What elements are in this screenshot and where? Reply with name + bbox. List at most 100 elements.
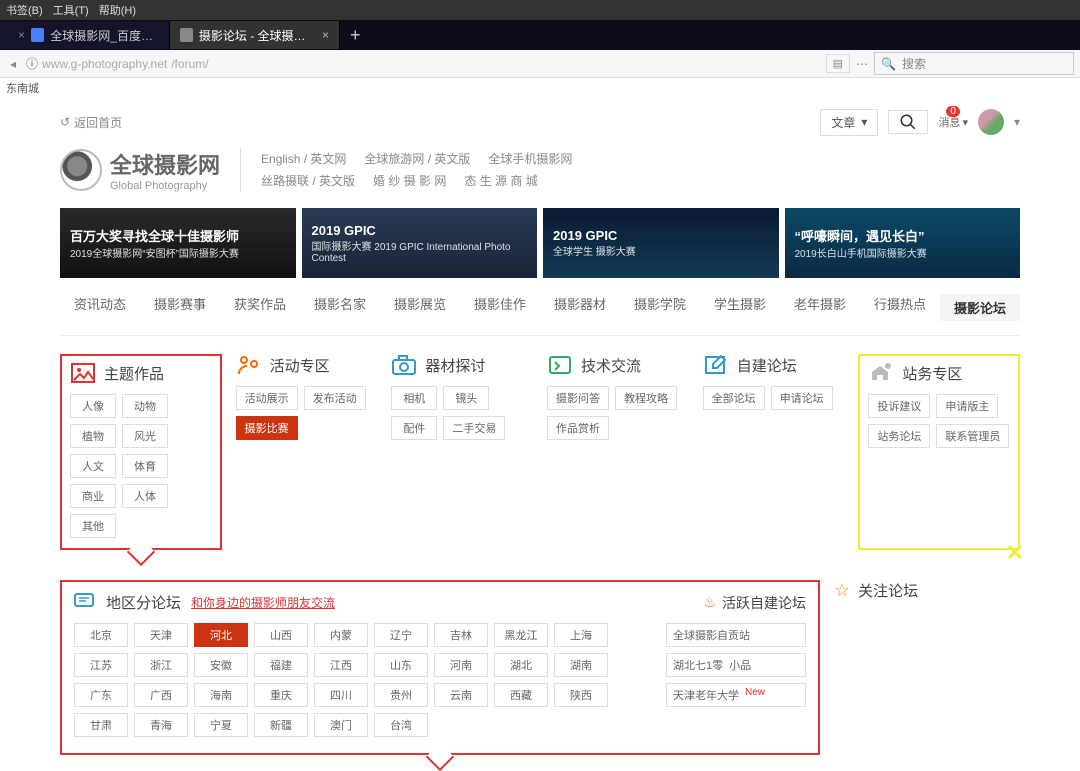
nav-item[interactable]: 摄影名家	[300, 294, 380, 321]
tag[interactable]: 配件	[391, 416, 437, 440]
province-tag[interactable]: 海南	[194, 683, 248, 707]
province-tag[interactable]: 河南	[434, 653, 488, 677]
province-tag[interactable]: 广东	[74, 683, 128, 707]
nav-item[interactable]: 摄影展览	[380, 294, 460, 321]
tag[interactable]: 人文	[70, 454, 116, 478]
header-link[interactable]: 全球旅游网 / 英文版	[364, 148, 470, 170]
tag[interactable]: 作品赏析	[547, 416, 609, 440]
banner-1[interactable]: 百万大奖寻找全球十佳摄影师2019全球摄影网“安图杯”国际摄影大赛	[60, 208, 296, 278]
tag[interactable]: 二手交易	[443, 416, 505, 440]
province-tag[interactable]: 广西	[134, 683, 188, 707]
more-icon[interactable]: ⋯	[856, 57, 868, 71]
region-subtitle[interactable]: 和你身边的摄影师朋友交流	[191, 594, 335, 611]
header-link[interactable]: 态 生 源 商 城	[464, 170, 537, 192]
reader-icon[interactable]: ▤	[826, 54, 850, 73]
header-link[interactable]: 全球手机摄影网	[488, 148, 572, 170]
province-tag[interactable]: 重庆	[254, 683, 308, 707]
province-tag[interactable]: 上海	[554, 623, 608, 647]
nav-item[interactable]: 资讯动态	[60, 294, 140, 321]
nav-item[interactable]: 摄影论坛	[940, 294, 1020, 321]
browser-search[interactable]: 🔍 搜索	[874, 52, 1074, 75]
province-tag[interactable]: 湖北	[494, 653, 548, 677]
province-tag[interactable]: 四川	[314, 683, 368, 707]
nav-item[interactable]: 摄影赛事	[140, 294, 220, 321]
province-tag[interactable]: 陕西	[554, 683, 608, 707]
back-home-link[interactable]: ↺ 返回首页	[60, 114, 122, 131]
tag[interactable]: 风光	[122, 424, 168, 448]
nav-back-icon[interactable]: ◂	[6, 57, 20, 71]
banner-3[interactable]: 2019 GPIC全球学生 摄影大赛	[543, 208, 779, 278]
tag[interactable]: 申请论坛	[771, 386, 833, 410]
tag[interactable]: 镜头	[443, 386, 489, 410]
menu-bookmarks[interactable]: 书签(B)	[6, 2, 43, 18]
header-link[interactable]: 丝路摄联 / 英文版	[261, 170, 355, 192]
new-tab-button[interactable]: +	[340, 25, 371, 46]
tag[interactable]: 教程攻略	[615, 386, 677, 410]
province-tag[interactable]: 宁夏	[194, 713, 248, 737]
province-tag[interactable]: 内蒙	[314, 623, 368, 647]
province-tag[interactable]: 安徽	[194, 653, 248, 677]
nav-item[interactable]: 老年摄影	[780, 294, 860, 321]
province-tag[interactable]: 浙江	[134, 653, 188, 677]
info-icon[interactable]: ⓘ	[26, 55, 38, 72]
nav-item[interactable]: 行摄热点	[860, 294, 940, 321]
tag[interactable]: 动物	[122, 394, 168, 418]
province-tag[interactable]: 台湾	[374, 713, 428, 737]
hot-forum-item[interactable]: 湖北七1零 小品	[666, 653, 806, 677]
tag[interactable]: 申请版主	[936, 394, 998, 418]
tag-active[interactable]: 摄影比赛	[236, 416, 298, 440]
browser-tab-1[interactable]: 摄影论坛 - 全球摄影网 ×	[170, 21, 340, 49]
search-scope-dropdown[interactable]: 文章 ▾	[820, 109, 878, 136]
tag[interactable]: 站务论坛	[868, 424, 930, 448]
province-tag[interactable]: 澳门	[314, 713, 368, 737]
menu-help[interactable]: 帮助(H)	[99, 2, 136, 18]
tag[interactable]: 全部论坛	[703, 386, 765, 410]
tag[interactable]: 摄影问答	[547, 386, 609, 410]
nav-item[interactable]: 学生摄影	[700, 294, 780, 321]
province-tag[interactable]: 贵州	[374, 683, 428, 707]
nav-item[interactable]: 摄影器材	[540, 294, 620, 321]
province-tag[interactable]: 湖南	[554, 653, 608, 677]
messages-link[interactable]: 消息 0 ▾	[938, 114, 968, 130]
tag[interactable]: 其他	[70, 514, 116, 538]
province-tag[interactable]: 天津	[134, 623, 188, 647]
province-tag[interactable]: 北京	[74, 623, 128, 647]
hot-forum-item[interactable]: 全球摄影自贡站	[666, 623, 806, 647]
banner-4[interactable]: “呼嚎瞬间，遇见长白”2019长白山手机国际摄影大赛	[785, 208, 1021, 278]
site-search-button[interactable]	[888, 110, 928, 134]
chevron-down-icon[interactable]: ▾	[1014, 115, 1020, 129]
close-icon[interactable]: ×	[322, 28, 329, 42]
province-tag[interactable]: 新疆	[254, 713, 308, 737]
tag[interactable]: 体育	[122, 454, 168, 478]
province-tag[interactable]: 吉林	[434, 623, 488, 647]
avatar[interactable]	[978, 109, 1004, 135]
site-logo[interactable]: 全球摄影网 Global Photography	[60, 148, 220, 192]
province-tag[interactable]: 辽宁	[374, 623, 428, 647]
browser-tab-0[interactable]: × 全球摄影网_百度搜索	[0, 21, 170, 49]
province-tag[interactable]: 山东	[374, 653, 428, 677]
tag[interactable]: 活动展示	[236, 386, 298, 410]
tag[interactable]: 投诉建议	[868, 394, 930, 418]
province-tag[interactable]: 青海	[134, 713, 188, 737]
bookmark-bar[interactable]: 东南城	[0, 78, 1080, 98]
province-tag[interactable]: 福建	[254, 653, 308, 677]
banner-2[interactable]: 2019 GPIC国际摄影大赛 2019 GPIC International …	[302, 208, 538, 278]
tag[interactable]: 联系管理员	[936, 424, 1009, 448]
tag[interactable]: 相机	[391, 386, 437, 410]
header-link[interactable]: English / 英文网	[261, 148, 346, 170]
nav-item[interactable]: 摄影学院	[620, 294, 700, 321]
province-tag[interactable]: 江苏	[74, 653, 128, 677]
header-link[interactable]: 婚 纱 摄 影 网	[373, 170, 446, 192]
province-tag[interactable]: 云南	[434, 683, 488, 707]
province-tag[interactable]: 河北	[194, 623, 248, 647]
menu-tools[interactable]: 工具(T)	[53, 2, 89, 18]
province-tag[interactable]: 山西	[254, 623, 308, 647]
province-tag[interactable]: 西藏	[494, 683, 548, 707]
url-field[interactable]: ⓘ www.g-photography.net/forum/	[26, 55, 209, 72]
tag[interactable]: 发布活动	[304, 386, 366, 410]
close-icon[interactable]: ×	[18, 28, 25, 42]
tag[interactable]: 植物	[70, 424, 116, 448]
province-tag[interactable]: 黑龙江	[494, 623, 548, 647]
province-tag[interactable]: 甘肃	[74, 713, 128, 737]
nav-item[interactable]: 获奖作品	[220, 294, 300, 321]
